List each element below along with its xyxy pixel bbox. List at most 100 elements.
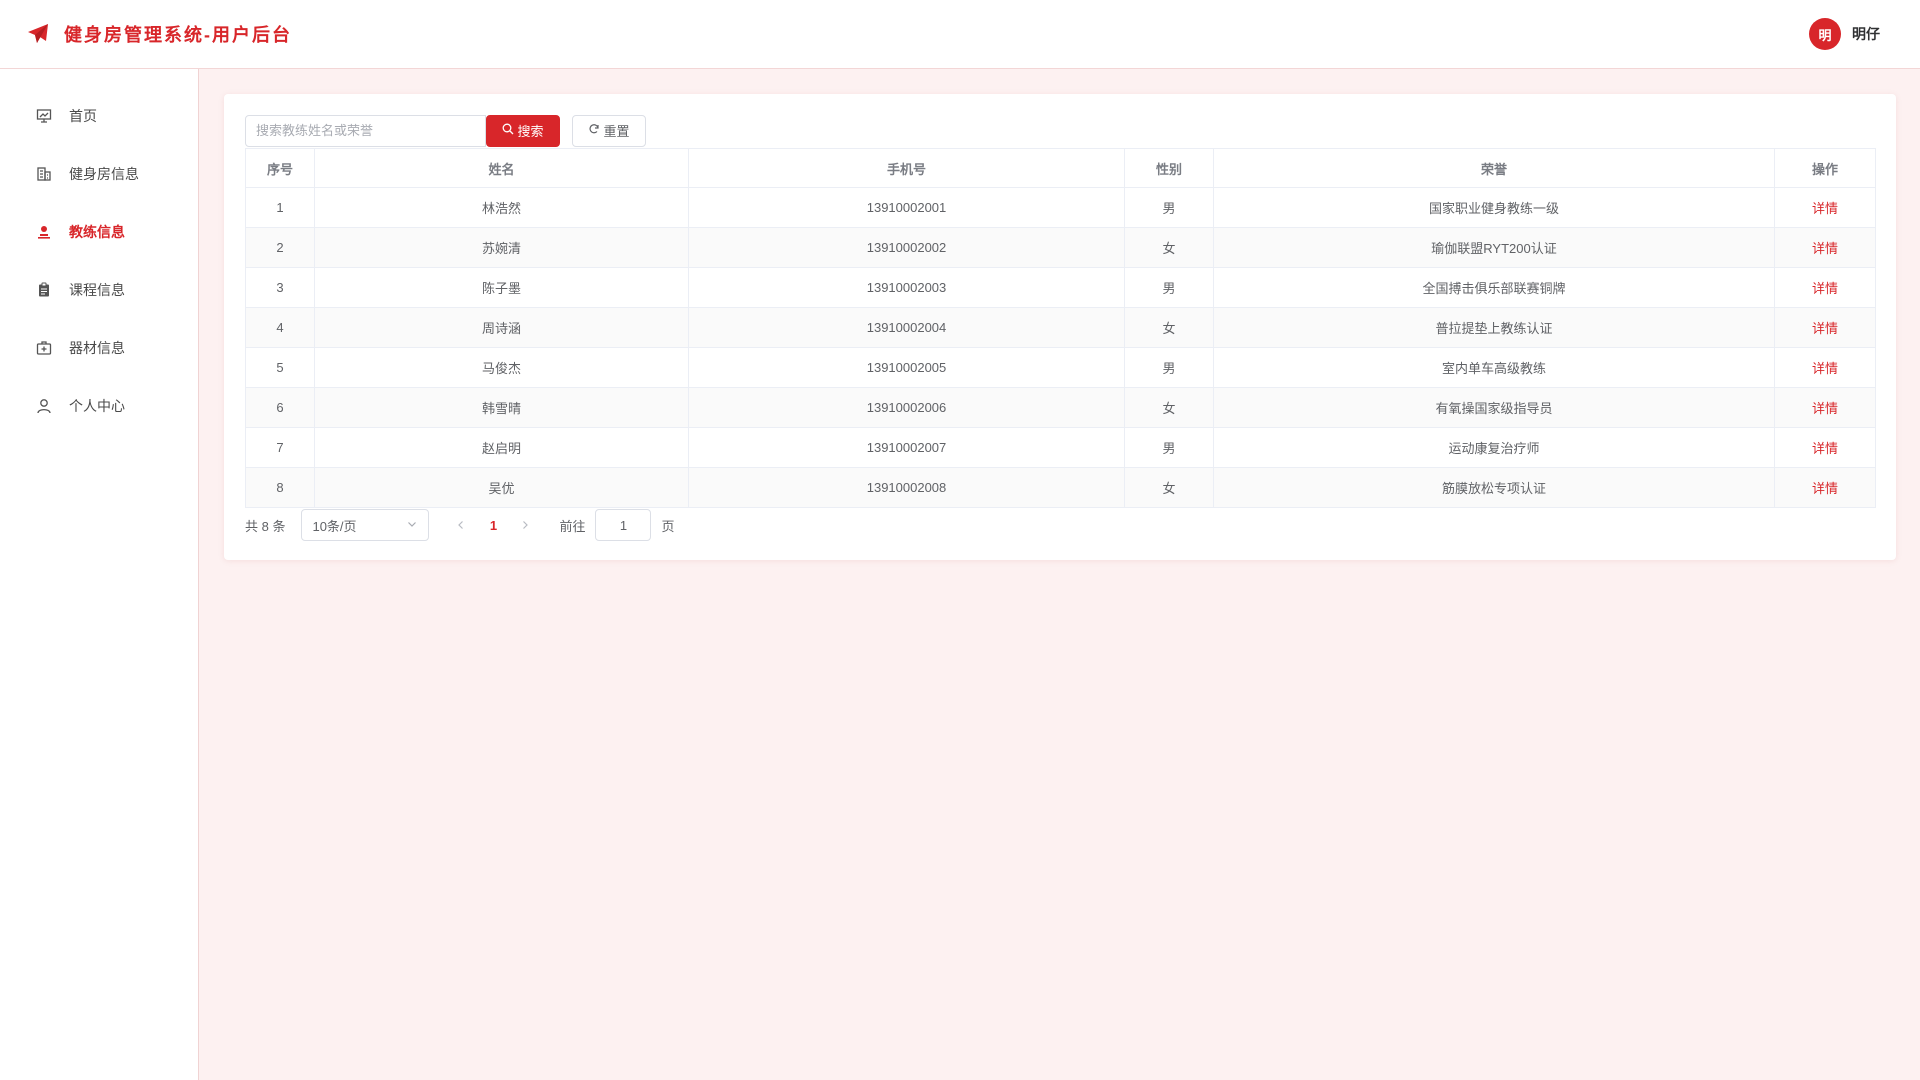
table-row: 5 马俊杰 13910002005 男 室内单车高级教练 详情 [245, 347, 1876, 388]
cell-action: 详情 [1774, 427, 1876, 468]
detail-link[interactable]: 详情 [1812, 201, 1838, 216]
column-header-index: 序号 [245, 148, 315, 188]
sidebar-item-equipment-info[interactable]: 器材信息 [0, 319, 198, 377]
prev-page-button[interactable] [445, 518, 477, 533]
cell-index: 7 [245, 427, 315, 468]
top-header: 健身房管理系统-用户后台 明 明仔 [0, 0, 1920, 69]
cell-action: 详情 [1774, 347, 1876, 388]
cell-name: 苏婉清 [314, 227, 689, 268]
cell-gender: 男 [1124, 187, 1214, 228]
cell-action: 详情 [1774, 307, 1876, 348]
cell-phone: 13910002006 [688, 387, 1125, 428]
first-aid-box-icon [35, 339, 53, 357]
page-size-select[interactable]: 10条/页 [301, 509, 430, 541]
detail-link[interactable]: 详情 [1812, 481, 1838, 496]
detail-link[interactable]: 详情 [1812, 361, 1838, 376]
cell-index: 5 [245, 347, 315, 388]
column-header-honor: 荣誉 [1213, 148, 1775, 188]
page-size-value: 10条/页 [312, 518, 357, 534]
sidebar-item-home[interactable]: 首页 [0, 87, 198, 145]
next-page-button[interactable] [509, 518, 541, 533]
cell-honor: 全国搏击俱乐部联赛铜牌 [1213, 267, 1775, 308]
sidebar-item-course-info[interactable]: 课程信息 [0, 261, 198, 319]
presentation-board-icon [35, 107, 53, 125]
building-icon [35, 165, 53, 183]
search-icon [502, 123, 514, 138]
cell-honor: 国家职业健身教练一级 [1213, 187, 1775, 228]
cell-name: 周诗涵 [314, 307, 689, 348]
cell-gender: 女 [1124, 387, 1214, 428]
column-header-action: 操作 [1774, 148, 1876, 188]
person-icon [35, 397, 53, 415]
clipboard-icon [35, 281, 53, 299]
sidebar-item-label: 个人中心 [69, 398, 125, 414]
cell-gender: 女 [1124, 467, 1214, 508]
app-title: 健身房管理系统-用户后台 [64, 25, 292, 45]
page-suffix: 页 [661, 518, 675, 534]
cell-index: 2 [245, 227, 315, 268]
sidebar: 首页 健身房信息 教练信息 课程信息 器材信息 个人中心 [0, 69, 199, 1080]
cell-gender: 男 [1124, 347, 1214, 388]
user-stamp-icon [35, 223, 53, 241]
goto-page-input[interactable] [595, 509, 652, 541]
brand: 健身房管理系统-用户后台 [26, 21, 292, 47]
paper-plane-icon [26, 22, 50, 46]
search-toolbar: 搜索 重置 [245, 114, 1875, 147]
search-button-label: 搜索 [517, 124, 544, 139]
user-menu[interactable]: 明 明仔 [1809, 18, 1880, 50]
avatar[interactable]: 明 [1809, 18, 1841, 50]
search-input[interactable] [245, 114, 486, 147]
sidebar-item-label: 课程信息 [69, 282, 125, 298]
cell-action: 详情 [1774, 467, 1876, 508]
chevron-down-icon [406, 518, 418, 533]
sidebar-item-gym-info[interactable]: 健身房信息 [0, 145, 198, 203]
cell-phone: 13910002005 [688, 347, 1125, 388]
cell-honor: 瑜伽联盟RYT200认证 [1213, 227, 1775, 268]
table-row: 7 赵启明 13910002007 男 运动康复治疗师 详情 [245, 427, 1876, 468]
cell-name: 吴优 [314, 467, 689, 508]
refresh-icon [588, 123, 600, 138]
page-number-current[interactable]: 1 [477, 518, 509, 533]
pagination-total: 共 8 条 [245, 518, 286, 534]
cell-name: 赵启明 [314, 427, 689, 468]
cell-action: 详情 [1774, 387, 1876, 428]
coach-table: 序号 姓名 手机号 性别 荣誉 操作 1 林浩然 13910002001 男 国… [245, 148, 1876, 508]
cell-index: 6 [245, 387, 315, 428]
cell-name: 马俊杰 [314, 347, 689, 388]
pagination: 共 8 条 10条/页 1 前往 页 [245, 509, 1875, 541]
chevron-left-icon [456, 518, 466, 533]
goto-label: 前往 [559, 518, 586, 534]
chevron-right-icon [520, 518, 530, 533]
cell-index: 4 [245, 307, 315, 348]
cell-phone: 13910002001 [688, 187, 1125, 228]
cell-index: 8 [245, 467, 315, 508]
cell-phone: 13910002003 [688, 267, 1125, 308]
cell-gender: 女 [1124, 307, 1214, 348]
reset-button[interactable]: 重置 [572, 114, 646, 147]
sidebar-item-label: 首页 [69, 108, 97, 124]
detail-link[interactable]: 详情 [1812, 441, 1838, 456]
table-row: 6 韩雪晴 13910002006 女 有氧操国家级指导员 详情 [245, 387, 1876, 428]
table-row: 1 林浩然 13910002001 男 国家职业健身教练一级 详情 [245, 187, 1876, 228]
detail-link[interactable]: 详情 [1812, 321, 1838, 336]
cell-action: 详情 [1774, 227, 1876, 268]
cell-phone: 13910002004 [688, 307, 1125, 348]
detail-link[interactable]: 详情 [1812, 241, 1838, 256]
cell-honor: 室内单车高级教练 [1213, 347, 1775, 388]
search-button[interactable]: 搜索 [486, 114, 560, 147]
sidebar-item-coach-info[interactable]: 教练信息 [0, 203, 198, 261]
column-header-phone: 手机号 [688, 148, 1125, 188]
cell-honor: 运动康复治疗师 [1213, 427, 1775, 468]
sidebar-item-label: 教练信息 [69, 224, 125, 240]
column-header-gender: 性别 [1124, 148, 1214, 188]
user-name[interactable]: 明仔 [1852, 24, 1880, 44]
detail-link[interactable]: 详情 [1812, 401, 1838, 416]
cell-gender: 男 [1124, 427, 1214, 468]
detail-link[interactable]: 详情 [1812, 281, 1838, 296]
cell-phone: 13910002007 [688, 427, 1125, 468]
cell-index: 1 [245, 187, 315, 228]
cell-name: 林浩然 [314, 187, 689, 228]
cell-phone: 13910002008 [688, 467, 1125, 508]
sidebar-item-profile[interactable]: 个人中心 [0, 377, 198, 435]
table-row: 8 吴优 13910002008 女 筋膜放松专项认证 详情 [245, 467, 1876, 508]
